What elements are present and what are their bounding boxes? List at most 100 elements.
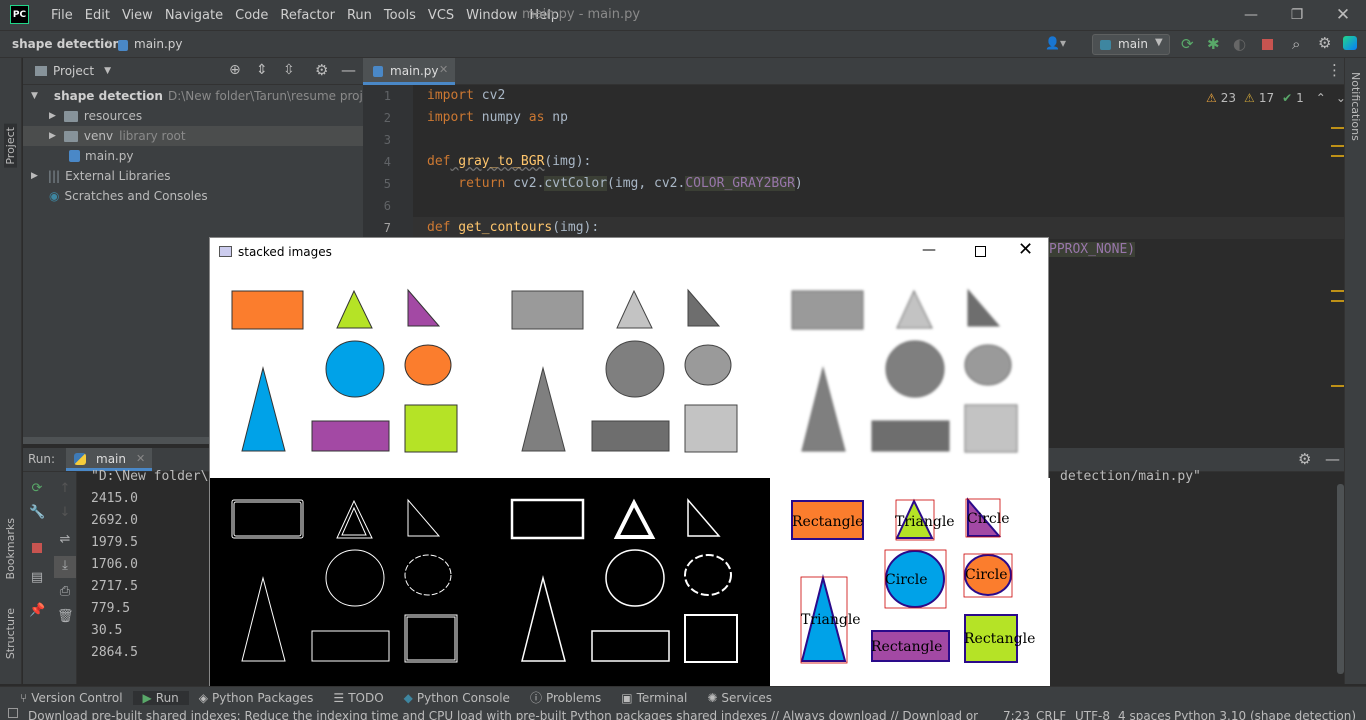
error-stripe-mark[interactable] — [1331, 155, 1344, 157]
hide-panel-icon[interactable]: — — [341, 61, 356, 79]
notifications-tool-tab[interactable]: Notifications — [1349, 72, 1362, 141]
label-rectangle-3: Rectangle — [964, 631, 1035, 647]
tab-python-packages[interactable]: ◈ Python Packages — [189, 691, 324, 705]
search-icon[interactable]: ⌕ — [1292, 35, 1300, 53]
tree-item-external-libraries[interactable]: ▶ ||| External Libraries — [23, 166, 363, 186]
opencv-window-title: stacked images — [238, 245, 332, 259]
opencv-title-bar[interactable]: stacked images — ✕ — [210, 238, 1048, 266]
left-tool-strip: Project Bookmarks Structure — [0, 58, 22, 684]
stop-icon[interactable] — [1262, 39, 1273, 50]
trash-icon[interactable]: 🗑 — [57, 609, 74, 625]
python-interpreter[interactable]: Python 3.10 (shape detection) — [1174, 708, 1356, 720]
indent-setting[interactable]: 4 spaces — [1118, 708, 1171, 720]
file-encoding[interactable]: UTF-8 — [1075, 708, 1110, 720]
project-view-title[interactable]: Project — [53, 64, 94, 78]
project-tool-tab[interactable]: Project — [4, 124, 17, 168]
locate-icon[interactable]: ⊕ — [229, 62, 241, 78]
jetbrains-toolbox-icon[interactable] — [1343, 36, 1357, 50]
options-gear-icon[interactable]: ⚙ — [315, 61, 328, 79]
menu-file[interactable]: File — [45, 8, 79, 23]
rerun-icon[interactable]: ⟳ — [29, 481, 45, 497]
tab-run[interactable]: ▶ Run — [132, 690, 189, 705]
soft-wrap-icon[interactable]: ⇌ — [57, 532, 73, 548]
menu-navigate[interactable]: Navigate — [159, 8, 229, 23]
tree-item-main-py[interactable]: main.py — [23, 146, 363, 166]
maximize-icon[interactable] — [975, 246, 986, 257]
run-tab-main[interactable]: main ✕ — [66, 448, 152, 471]
layout-icon[interactable]: ▤ — [29, 570, 45, 586]
error-stripe-mark[interactable] — [1331, 145, 1344, 147]
error-stripe-mark[interactable] — [1331, 300, 1344, 302]
menu-view[interactable]: View — [116, 8, 159, 23]
line-separator[interactable]: CRLF — [1036, 708, 1066, 720]
tab-label: Services — [721, 690, 772, 705]
opencv-window[interactable]: stacked images — ✕ Rectangle Triangle Ci… — [209, 237, 1050, 688]
profile-icon[interactable]: ◐ — [1233, 35, 1246, 53]
caret-position[interactable]: 7:23 — [1003, 708, 1030, 720]
console-line: 1979.5 — [91, 535, 138, 550]
run-config-selector[interactable]: main ▼ — [1092, 34, 1170, 55]
status-message[interactable]: Download pre-built shared indexes: Reduc… — [28, 708, 978, 720]
tab-services[interactable]: ✺ Services — [697, 691, 782, 705]
print-icon[interactable]: ⎙ — [57, 584, 73, 600]
close-icon[interactable]: ✕ — [1018, 239, 1033, 260]
tab-terminal[interactable]: ▣ Terminal — [611, 691, 697, 705]
tab-label: TODO — [348, 690, 384, 705]
error-stripe-mark[interactable] — [1331, 290, 1344, 292]
line-number: 5 — [383, 177, 391, 191]
tab-python-console[interactable]: ◆ Python Console — [394, 691, 520, 705]
tab-todo[interactable]: ☰ TODO — [323, 691, 393, 705]
tab-problems[interactable]: ⓘ Problems — [520, 689, 611, 706]
menu-vcs[interactable]: VCS — [422, 8, 460, 23]
more-tabs-icon[interactable]: ⋮ — [1327, 61, 1342, 79]
next-highlight-icon[interactable]: ⌄ — [1336, 91, 1346, 105]
inspection-widget[interactable]: ⚠ 23 ⚠ 17 ✔ 1 ⌃ ⌄ — [1206, 91, 1346, 105]
gear-icon[interactable]: ⚙ — [1318, 34, 1331, 52]
close-tab-icon[interactable]: ✕ — [136, 452, 145, 465]
menu-run[interactable]: Run — [341, 8, 378, 23]
minimize-icon[interactable]: — — [922, 242, 936, 258]
collapse-all-icon[interactable]: ⇳ — [283, 62, 295, 78]
down-arrow-icon[interactable]: ↓ — [57, 505, 73, 521]
stop-icon[interactable] — [32, 543, 42, 553]
hide-panel-icon[interactable]: — — [1325, 450, 1340, 468]
menu-refactor[interactable]: Refactor — [274, 8, 341, 23]
menu-code[interactable]: Code — [229, 8, 274, 23]
wrench-icon[interactable]: 🔧 — [29, 505, 45, 521]
rerun-icon[interactable]: ⟳ — [1181, 35, 1194, 53]
expand-all-icon[interactable]: ⇕ — [256, 62, 268, 78]
status-toggle-icon[interactable] — [8, 708, 18, 718]
error-stripe-mark[interactable] — [1331, 127, 1344, 129]
debug-icon[interactable]: ✱ — [1207, 35, 1220, 53]
tree-item-resources[interactable]: ▶ resources — [23, 106, 363, 126]
breadcrumb-file[interactable]: main.py — [134, 37, 183, 51]
tree-root[interactable]: ▼ shape detection D:\New folder\Tarun\re… — [23, 86, 363, 106]
structure-tool-tab[interactable]: Structure — [4, 608, 17, 659]
console-line: 2692.0 — [91, 513, 138, 528]
close-icon[interactable]: ✕ — [1320, 4, 1366, 26]
breadcrumb-project[interactable]: shape detection — [12, 37, 121, 51]
up-arrow-icon[interactable]: ↑ — [57, 481, 73, 497]
previous-highlight-icon[interactable]: ⌃ — [1316, 91, 1326, 105]
tab-version-control[interactable]: ⑂ Version Control — [10, 691, 133, 705]
console-line: 30.5 — [91, 623, 123, 638]
python-file-icon — [69, 150, 80, 162]
menu-window[interactable]: Window — [460, 8, 523, 23]
gear-icon[interactable]: ⚙ — [1298, 450, 1311, 468]
error-stripe-mark[interactable] — [1331, 385, 1344, 387]
tree-item-venv[interactable]: ▶ venv library root — [23, 126, 363, 146]
console-scrollbar[interactable] — [1337, 484, 1344, 674]
tree-item-scratches[interactable]: ◉ Scratches and Consoles — [23, 186, 363, 206]
tab-main-py[interactable]: main.py ✕ — [363, 58, 455, 85]
console-command: "D:\New folder\ — [91, 469, 209, 484]
user-icon[interactable]: 👤▾ — [1045, 36, 1066, 50]
close-tab-icon[interactable]: ✕ — [439, 63, 448, 76]
pin-icon[interactable]: 📌 — [29, 603, 45, 619]
minimize-icon[interactable]: — — [1228, 4, 1274, 26]
chevron-down-icon[interactable]: ▼ — [104, 66, 111, 76]
menu-edit[interactable]: Edit — [79, 8, 116, 23]
menu-tools[interactable]: Tools — [378, 8, 422, 23]
chevron-right-icon: ▶ — [49, 131, 56, 141]
bookmarks-tool-tab[interactable]: Bookmarks — [4, 518, 17, 579]
restore-icon[interactable]: ❐ — [1274, 4, 1320, 26]
